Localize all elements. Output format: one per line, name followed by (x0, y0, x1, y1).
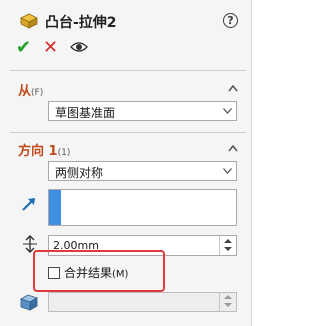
chevron-down-icon (223, 168, 232, 174)
from-dropdown[interactable]: 草图基准面 (48, 101, 237, 121)
direction1-section-header[interactable]: 方向 1(1) (18, 140, 70, 159)
spin-up-icon[interactable] (224, 239, 232, 243)
chevron-up-icon[interactable] (228, 144, 238, 152)
chevron-up-icon[interactable] (228, 84, 238, 92)
cancel-button[interactable]: ✕ (43, 37, 58, 58)
draft-angle-spinbox (48, 292, 237, 312)
help-icon[interactable]: ? (223, 13, 238, 28)
draft-spin-buttons (219, 293, 236, 311)
depth-spin-buttons[interactable] (219, 236, 236, 255)
draft-icon[interactable] (19, 292, 41, 312)
boss-extrude-icon (20, 13, 38, 29)
chevron-down-icon (223, 108, 232, 114)
spin-down-icon[interactable] (224, 247, 232, 251)
annotation-highlight-box (33, 250, 165, 292)
selection-accent (49, 190, 61, 225)
separator (10, 70, 246, 71)
direction1-section-label: 方向 1 (18, 144, 58, 159)
graphics-area[interactable] (251, 0, 300, 326)
from-section-header[interactable]: 从(F) (18, 80, 43, 99)
separator (10, 132, 246, 133)
preview-eye-icon[interactable] (70, 40, 88, 54)
spin-down-icon (224, 303, 232, 307)
from-dropdown-value: 草图基准面 (55, 106, 116, 120)
from-section-hint: (F) (31, 88, 44, 98)
spin-up-icon (224, 295, 232, 299)
feature-title: 凸台-拉伸2 (45, 15, 117, 31)
from-section-label: 从 (18, 84, 32, 99)
end-condition-dropdown[interactable]: 两侧对称 (48, 161, 237, 181)
property-manager-panel: 凸台-拉伸2 ? ✔ ✕ 从(F) 草图基准面 方向 1(1) 两侧对称 2.0… (0, 0, 251, 326)
direction-arrow-icon[interactable] (20, 195, 38, 213)
end-condition-value: 两侧对称 (55, 166, 104, 180)
ok-button[interactable]: ✔ (16, 37, 31, 58)
direction1-section-hint: (1) (57, 148, 71, 158)
direction-selection-box[interactable] (48, 189, 237, 226)
property-manager-window: 凸台-拉伸2 ? ✔ ✕ 从(F) 草图基准面 方向 1(1) 两侧对称 2.0… (0, 0, 300, 326)
